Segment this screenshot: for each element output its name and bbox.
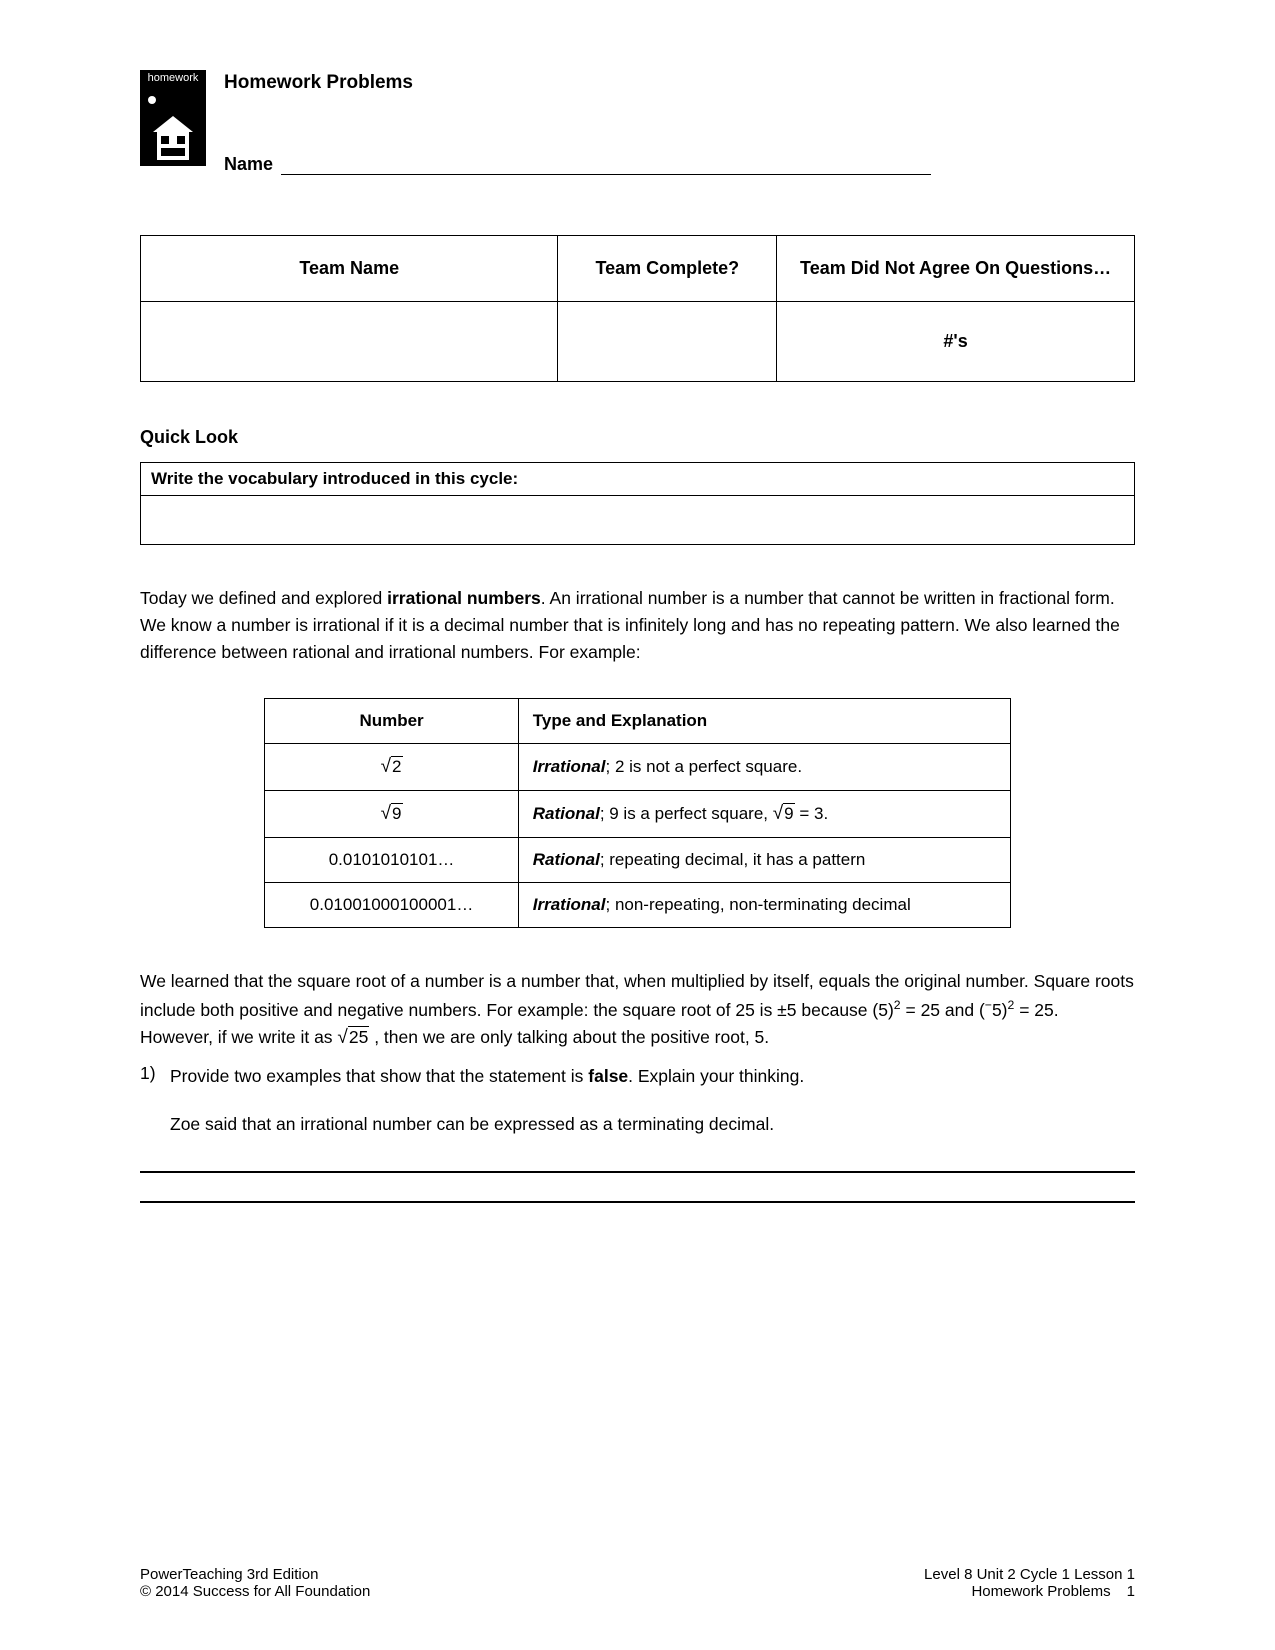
vocab-box: Write the vocabulary introduced in this … [140, 462, 1135, 545]
type-label: Irrational [533, 757, 606, 776]
number-header: Number [265, 699, 518, 744]
type-label: Irrational [533, 895, 606, 914]
explanation-cell: Irrational; 2 is not a perfect square. [518, 744, 1010, 791]
footer-left: PowerTeaching 3rd Edition © 2014 Success… [140, 1566, 370, 1600]
footer-edition: PowerTeaching 3rd Edition [140, 1566, 370, 1583]
type-header: Type and Explanation [518, 699, 1010, 744]
footer-title-row: Homework Problems 1 [924, 1583, 1135, 1600]
numbers-label: #'s [943, 331, 967, 351]
example-table: Number Type and Explanation √2 Irrationa… [264, 698, 1010, 928]
table-row: 0.0101010101… Rational; repeating decima… [265, 838, 1010, 883]
text-span: ; repeating decimal, it has a pattern [600, 850, 866, 869]
team-complete-cell[interactable] [558, 302, 777, 382]
team-table: Team Name Team Complete? Team Did Not Ag… [140, 235, 1135, 382]
footer-level: Level 8 Unit 2 Cycle 1 Lesson 1 [924, 1566, 1135, 1583]
name-input-line[interactable] [281, 174, 931, 175]
team-name-header: Team Name [141, 236, 558, 302]
explanation-cell: Rational; repeating decimal, it has a pa… [518, 838, 1010, 883]
number-cell: √2 [265, 744, 518, 791]
sqrt-value: 9 [783, 803, 794, 823]
team-disagree-cell[interactable]: #'s [777, 302, 1135, 382]
text-span: ; 9 is a perfect square, [600, 804, 773, 823]
text-span: 5) [992, 999, 1008, 1019]
name-label: Name [224, 154, 273, 175]
team-name-cell[interactable] [141, 302, 558, 382]
text-span: ; non-repeating, non-terminating decimal [606, 895, 911, 914]
bold-term: irrational numbers [387, 588, 541, 608]
team-disagree-header: Team Did Not Agree On Questions… [777, 236, 1135, 302]
number-cell: 0.01001000100001… [265, 883, 518, 928]
question-statement: Zoe said that an irrational number can b… [170, 1114, 1135, 1135]
vocab-prompt: Write the vocabulary introduced in this … [141, 463, 1134, 496]
page-footer: PowerTeaching 3rd Edition © 2014 Success… [140, 1566, 1135, 1600]
number-cell: √9 [265, 791, 518, 838]
footer-right: Level 8 Unit 2 Cycle 1 Lesson 1 Homework… [924, 1566, 1135, 1600]
page-title: Homework Problems [224, 72, 1135, 94]
type-label: Rational [533, 850, 600, 869]
name-row: Name [224, 154, 1135, 175]
text-span: Today we defined and explored [140, 588, 387, 608]
footer-title: Homework Problems [971, 1583, 1110, 1600]
table-row: 0.01001000100001… Irrational; non-repeat… [265, 883, 1010, 928]
sqrt-value: 25 [348, 1026, 369, 1047]
text-span: = 3. [795, 804, 829, 823]
table-row: √2 Irrational; 2 is not a perfect square… [265, 744, 1010, 791]
sqrt-value: 2 [391, 756, 402, 776]
neg-sign: − [985, 998, 992, 1012]
type-label: Rational [533, 804, 600, 823]
vocab-input-area[interactable] [141, 496, 1134, 544]
header-section: homework Homework Problems Name [140, 70, 1135, 175]
answer-line-1[interactable] [140, 1171, 1135, 1173]
question-1: 1) Provide two examples that show that t… [140, 1063, 1135, 1090]
text-span: ; 2 is not a perfect square. [606, 757, 803, 776]
explanation-cell: Rational; 9 is a perfect square, √9 = 3. [518, 791, 1010, 838]
superscript: 2 [894, 998, 901, 1012]
question-text: Provide two examples that show that the … [170, 1063, 1135, 1090]
page-number: 1 [1127, 1583, 1135, 1600]
icon-label: homework [140, 70, 206, 86]
quick-look-heading: Quick Look [140, 427, 1135, 448]
sqrt-paragraph: We learned that the square root of a num… [140, 968, 1135, 1053]
text-span: , then we are only talking about the pos… [369, 1027, 769, 1047]
answer-line-2[interactable] [140, 1201, 1135, 1203]
header-text: Homework Problems Name [224, 70, 1135, 175]
explanation-cell: Irrational; non-repeating, non-terminati… [518, 883, 1010, 928]
question-number: 1) [140, 1063, 170, 1090]
homework-icon: homework [140, 70, 206, 166]
house-icon [140, 86, 206, 166]
number-cell: 0.0101010101… [265, 838, 518, 883]
text-span: = 25 and ( [901, 999, 985, 1019]
text-span: . Explain your thinking. [628, 1066, 804, 1086]
intro-paragraph: Today we defined and explored irrational… [140, 585, 1135, 666]
sqrt-value: 9 [391, 803, 402, 823]
team-complete-header: Team Complete? [558, 236, 777, 302]
bold-term: false [588, 1066, 628, 1086]
footer-copyright: © 2014 Success for All Foundation [140, 1583, 370, 1600]
text-span: Provide two examples that show that the … [170, 1066, 588, 1086]
table-row: √9 Rational; 9 is a perfect square, √9 =… [265, 791, 1010, 838]
